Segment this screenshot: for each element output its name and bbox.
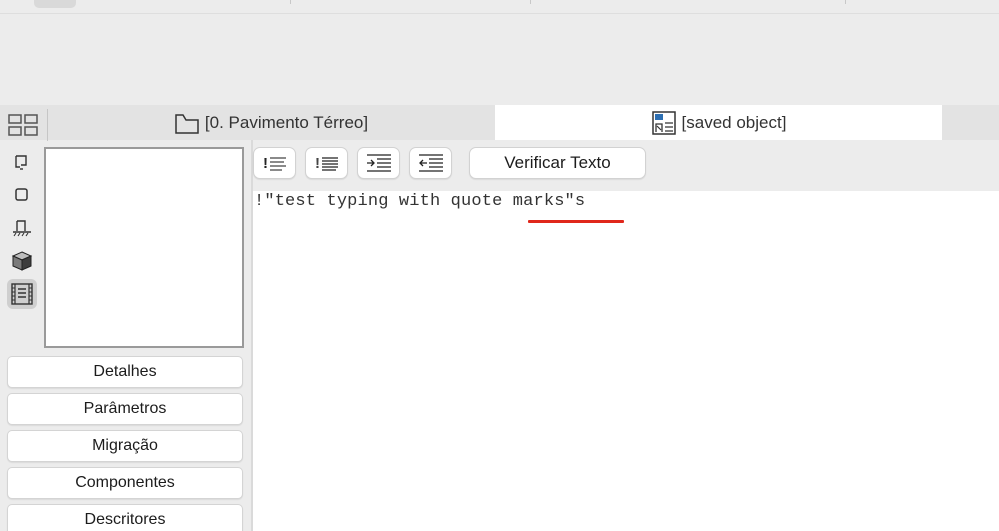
floor-plan-icon [175, 113, 199, 134]
toolbar-separator [290, 0, 291, 4]
details-button[interactable]: Detalhes [7, 356, 243, 388]
components-button[interactable]: Componentes [7, 467, 243, 499]
toolbar-separator [530, 0, 531, 4]
migration-button[interactable]: Migração [7, 430, 243, 462]
toolbar-stub [34, 0, 76, 8]
check-text-button[interactable]: Verificar Texto [469, 147, 646, 179]
uncomment-button[interactable]: ! [305, 147, 348, 179]
view-tools [0, 140, 44, 320]
spellcheck-underline [528, 220, 624, 223]
parameters-button[interactable]: Parâmetros [7, 393, 243, 425]
script-editor[interactable]: !"test typing with quote marks"s [253, 191, 999, 531]
comment-icon: ! [263, 155, 286, 172]
2d-symbol-icon [15, 155, 27, 170]
comment-button[interactable]: ! [253, 147, 296, 179]
svg-text:!: ! [263, 155, 268, 172]
tool-side-view[interactable] [7, 213, 37, 243]
preview-box [44, 147, 244, 348]
tab-label: [0. Pavimento Térreo] [204, 112, 369, 132]
svg-text:!: ! [315, 155, 320, 172]
tab-bar: [0. Pavimento Térreo] [saved object] [0, 105, 999, 141]
uncomment-icon: ! [315, 155, 338, 172]
grid-view-icon[interactable] [6, 112, 40, 138]
tool-front-view[interactable] [7, 180, 37, 210]
object-editor-icon [651, 110, 676, 135]
tab-floor-plan[interactable]: [0. Pavimento Térreo] [48, 105, 494, 140]
front-view-icon [15, 188, 28, 201]
outdent-button[interactable] [409, 147, 452, 179]
tool-3d-view[interactable] [7, 246, 37, 276]
tool-2d-symbol[interactable] [7, 148, 37, 178]
tab-label: [saved object] [681, 112, 787, 132]
top-toolbar-strip [0, 0, 999, 14]
tool-script[interactable] [7, 279, 37, 309]
indent-button[interactable] [357, 147, 400, 179]
tab-saved-object[interactable]: [saved object] [495, 105, 942, 140]
side-view-icon [13, 220, 31, 237]
3d-view-icon [11, 251, 33, 271]
descriptors-button[interactable]: Descritores [7, 504, 243, 531]
outdent-icon [418, 154, 443, 172]
editor-text[interactable]: !"test typing with quote marks"s [254, 192, 585, 211]
toolbar-separator [845, 0, 846, 4]
script-icon [11, 283, 33, 305]
indent-icon [366, 154, 391, 172]
